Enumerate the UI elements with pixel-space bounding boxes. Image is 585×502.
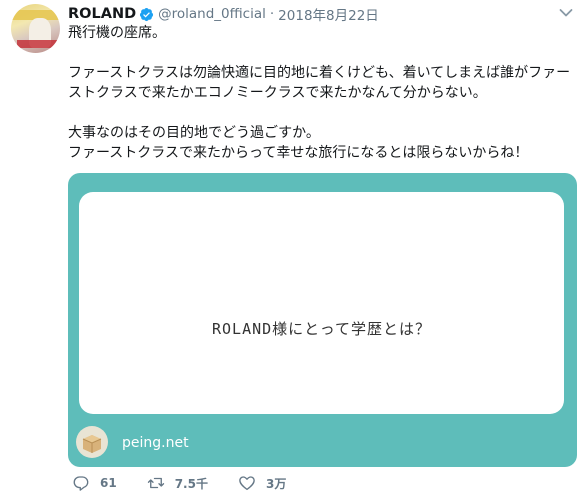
tweet-date[interactable]: 2018年8月22日 xyxy=(278,4,379,24)
card-domain[interactable]: peing.net xyxy=(122,435,189,451)
tweet-line: ストクラスで来たかエコノミークラスで来たかなんて分からない。 xyxy=(68,85,487,101)
like-count: 3万 xyxy=(265,476,287,491)
tweet[interactable]: ROLAND @roland_0fficial · 2018年8月22日 飛行機… xyxy=(0,0,585,502)
tweet-line: 飛行機の座席。 xyxy=(68,25,166,41)
tweet-line: ファーストクラスで来たからって幸せな旅行になるとは限らないからね！ xyxy=(68,145,529,161)
card-image[interactable]: ROLAND様にとって学歴とは？ xyxy=(79,192,564,414)
avatar[interactable] xyxy=(11,4,60,53)
link-card[interactable]: ROLAND様にとって学歴とは？ peing.net xyxy=(68,173,577,467)
user-name[interactable]: ROLAND xyxy=(68,6,136,22)
like-button[interactable]: 3万 xyxy=(238,474,286,492)
box-icon xyxy=(76,426,108,458)
reply-icon xyxy=(73,476,89,491)
chevron-down-icon[interactable] xyxy=(559,8,573,18)
avatar-detail xyxy=(17,40,57,48)
tweet-text: 飛行機の座席。 ファーストクラスは勿論快適に目的地に着くけども、着いてしまえば誰… xyxy=(68,23,578,163)
tweet-line: ファーストクラスは勿論快適に目的地に着くけども、着いてしまえば誰がファー xyxy=(68,65,571,81)
retweet-count: 7.5千 xyxy=(174,476,208,491)
tweet-header: ROLAND @roland_0fficial · 2018年8月22日 xyxy=(68,4,379,24)
tweet-actions: 61 7.5千 3万 xyxy=(72,474,316,492)
card-question: ROLAND様にとって学歴とは？ xyxy=(212,320,431,338)
heart-icon xyxy=(239,476,255,491)
user-handle[interactable]: @roland_0fficial xyxy=(158,6,266,22)
retweet-button[interactable]: 7.5千 xyxy=(147,474,208,492)
reply-count: 61 xyxy=(100,476,117,490)
tweet-line: 大事なのはその目的地でどう過ごすか。 xyxy=(68,125,320,141)
separator: · xyxy=(269,6,275,22)
reply-button[interactable]: 61 xyxy=(72,474,117,492)
verified-badge-icon xyxy=(140,7,154,21)
retweet-icon xyxy=(147,477,164,489)
